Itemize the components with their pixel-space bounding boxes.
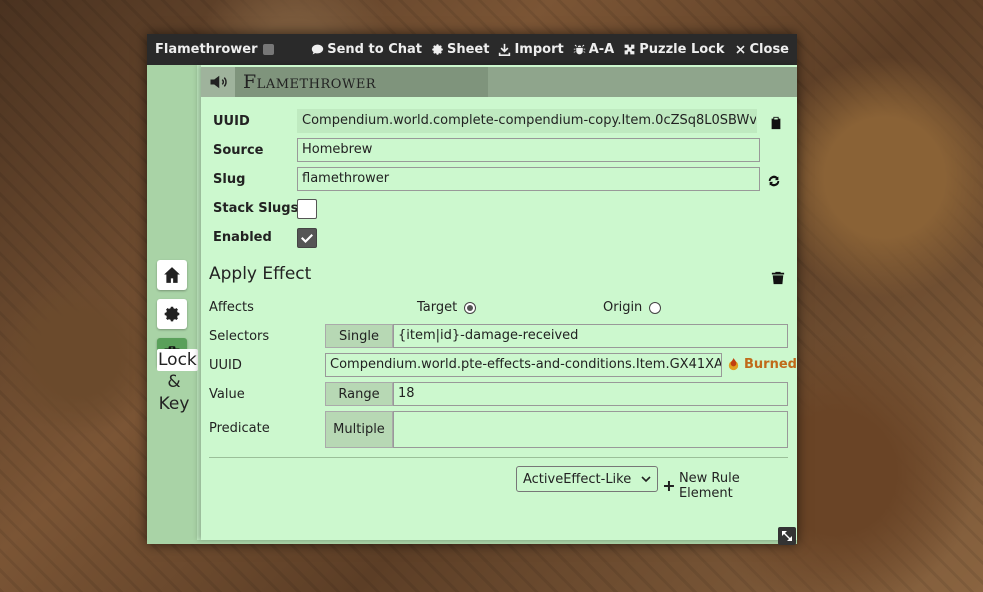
chevron-down-icon xyxy=(641,476,651,483)
item-name-bar: Flamethrower xyxy=(201,67,488,97)
document-id-icon[interactable] xyxy=(262,44,274,55)
window-resize-handle[interactable] xyxy=(778,527,796,545)
check-icon xyxy=(301,234,313,243)
window-titlebar[interactable]: Flamethrower Send to Chat Sheet Import A… xyxy=(147,34,797,65)
gear-icon xyxy=(432,44,443,55)
home-icon xyxy=(164,267,180,283)
selectors-input[interactable]: {item|id}-damage-received xyxy=(393,324,788,348)
stack-slugs-label: Stack Slugs xyxy=(213,201,299,216)
item-sheet-window: Flamethrower Send to Chat Sheet Import A… xyxy=(147,34,797,545)
predicate-input[interactable] xyxy=(393,411,788,448)
volume-icon xyxy=(210,75,227,89)
target-radio[interactable] xyxy=(464,302,476,314)
rules-panel: Flamethrower UUID Compendium.world.compl… xyxy=(201,65,797,540)
item-name[interactable]: Flamethrower xyxy=(243,71,376,93)
slug-input[interactable]: flamethrower xyxy=(297,167,760,191)
tab-settings[interactable] xyxy=(157,299,187,329)
clipboard-icon xyxy=(771,116,781,130)
selectors-mode-button[interactable]: Single xyxy=(325,324,393,348)
uuid-label: UUID xyxy=(213,114,250,129)
aa-button[interactable]: A-A xyxy=(573,42,614,57)
origin-radio[interactable] xyxy=(649,302,661,314)
tab-description[interactable] xyxy=(157,260,187,290)
slug-label: Slug xyxy=(213,172,246,187)
window-title: Flamethrower xyxy=(155,42,258,57)
download-icon xyxy=(499,43,511,56)
trash-icon xyxy=(771,271,785,285)
puzzle-lock-button[interactable]: Puzzle Lock xyxy=(623,42,725,57)
predicate-label: Predicate xyxy=(209,421,270,436)
sound-toggle-button[interactable] xyxy=(201,67,235,97)
new-rule-element-button[interactable]: New Rule Element xyxy=(663,471,797,501)
enabled-checkbox[interactable] xyxy=(297,228,317,248)
predicate-mode-button[interactable]: Multiple xyxy=(325,411,393,448)
sheet-button[interactable]: Sheet xyxy=(431,42,489,57)
value-input[interactable]: 18 xyxy=(393,382,788,406)
plus-icon xyxy=(663,481,674,491)
tab-lock-label: Lock xyxy=(157,349,198,371)
source-label: Source xyxy=(213,143,264,158)
chat-bubble-icon xyxy=(312,44,324,55)
burned-link[interactable]: Burned xyxy=(726,357,797,372)
tab-key-label: Key xyxy=(158,394,190,414)
rule-uuid-label: UUID xyxy=(209,358,242,373)
value-label: Value xyxy=(209,387,245,402)
source-input[interactable]: Homebrew xyxy=(297,138,760,162)
burned-effect-icon xyxy=(728,357,739,371)
rule-uuid-input[interactable]: Compendium.world.pte-effects-and-conditi… xyxy=(325,353,722,377)
item-header: Flamethrower xyxy=(201,67,797,97)
gear-icon xyxy=(164,306,180,322)
origin-label: Origin xyxy=(603,300,643,315)
tab-lock-and-key[interactable]: Lock & Key xyxy=(157,349,198,415)
bug-icon xyxy=(573,44,585,55)
affects-label: Affects xyxy=(209,300,254,315)
target-label: Target xyxy=(417,300,458,315)
sync-icon xyxy=(768,175,780,187)
send-to-chat-button[interactable]: Send to Chat xyxy=(311,42,422,57)
uuid-field[interactable]: Compendium.world.complete-compendium-cop… xyxy=(297,109,757,133)
close-icon xyxy=(735,45,745,54)
window-title-group: Flamethrower xyxy=(155,42,274,57)
puzzle-icon xyxy=(624,44,635,55)
resize-icon xyxy=(782,531,792,541)
enabled-label: Enabled xyxy=(213,230,272,245)
header-actions: Send to Chat Sheet Import A-A Puzzle Loc… xyxy=(311,42,789,57)
rule-title: Apply Effect xyxy=(209,264,312,284)
selectors-label: Selectors xyxy=(209,329,270,344)
tab-lock-amp: & xyxy=(167,372,181,392)
rule-type-select[interactable]: ActiveEffect-Like xyxy=(516,466,658,492)
sheet-tab-strip: Lock & Key xyxy=(151,65,198,540)
copy-uuid-button[interactable] xyxy=(769,116,783,130)
regenerate-slug-button[interactable] xyxy=(767,174,781,188)
rule-divider xyxy=(209,457,788,458)
delete-rule-button[interactable] xyxy=(771,271,785,285)
value-mode-button[interactable]: Range xyxy=(325,382,393,406)
close-button[interactable]: Close xyxy=(734,42,789,57)
stack-slugs-checkbox[interactable] xyxy=(297,199,317,219)
import-button[interactable]: Import xyxy=(498,42,564,57)
window-content: Lock & Key Flamethrower UUID Compendium.… xyxy=(147,65,797,544)
